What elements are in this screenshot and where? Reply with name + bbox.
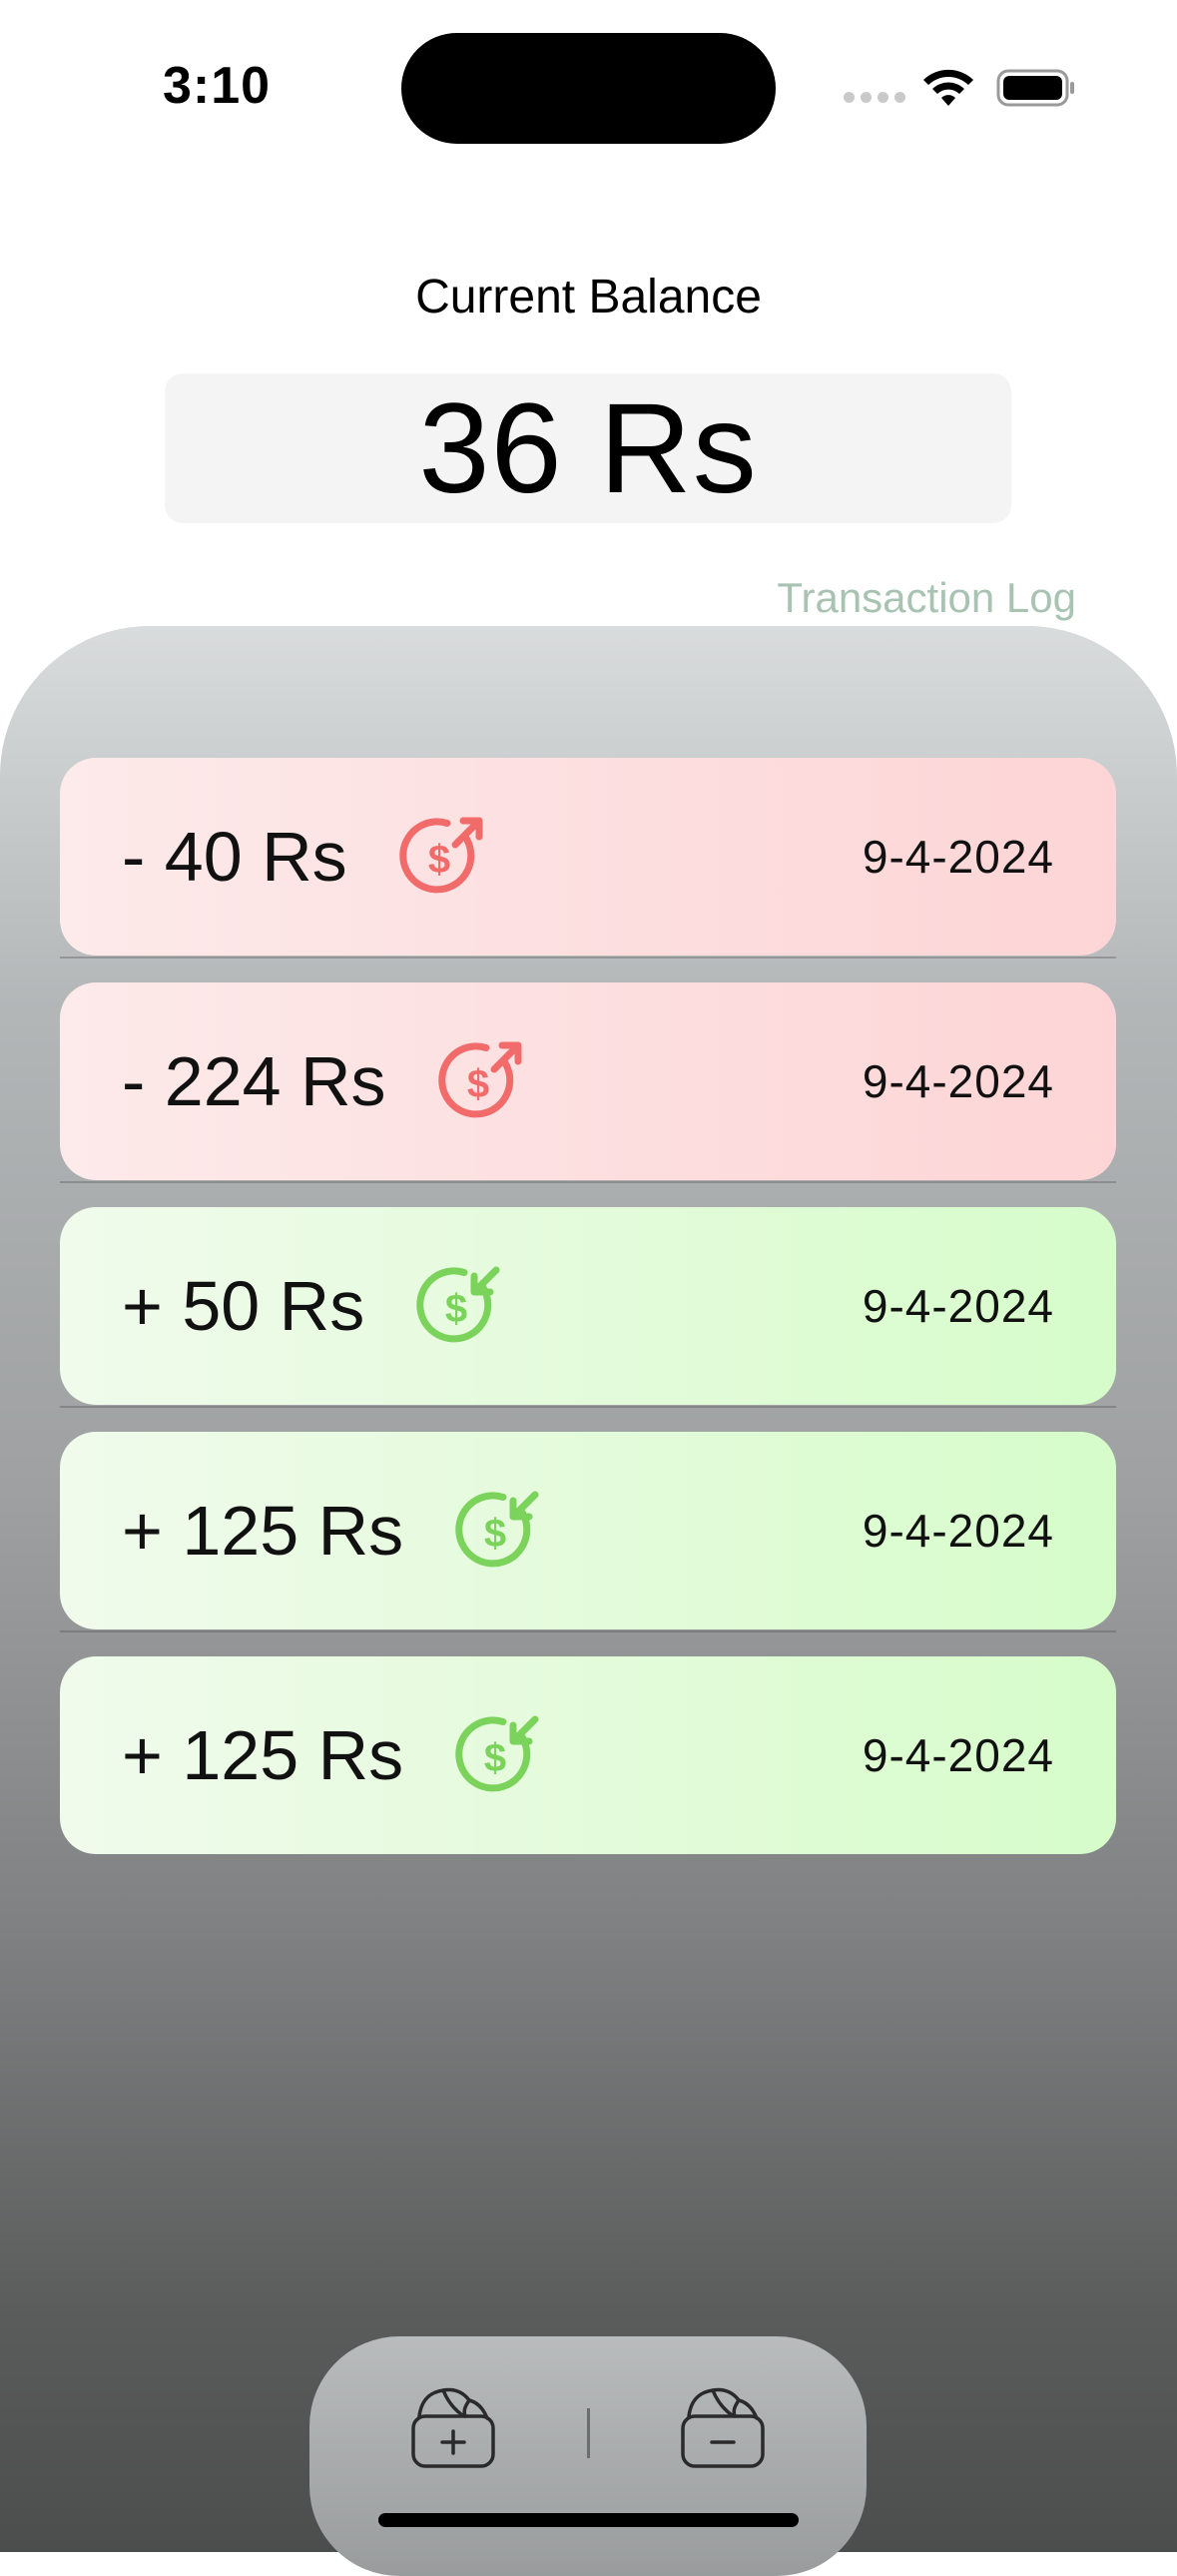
home-indicator (378, 2513, 799, 2527)
wallet-remove-icon[interactable] (673, 2374, 773, 2474)
money-in-icon: $ (455, 1715, 539, 1792)
cellular-signal-icon (844, 92, 905, 103)
bottom-action-bar (309, 2336, 867, 2576)
transaction-row[interactable]: + 50 Rs $ 9-4-2024 (60, 1207, 1116, 1405)
transaction-date: 9-4-2024 (862, 1055, 1054, 1107)
wallet-add-icon[interactable] (403, 2374, 503, 2474)
wifi-icon (923, 69, 973, 106)
transaction-log-link[interactable]: Transaction Log (777, 574, 1076, 622)
transaction-row[interactable]: + 125 Rs $ 9-4-2024 (60, 1432, 1116, 1629)
transaction-date: 9-4-2024 (862, 1729, 1054, 1781)
svg-text:$: $ (445, 1287, 467, 1331)
dock-divider (587, 2408, 590, 2458)
row-divider (60, 957, 1116, 959)
transaction-row[interactable]: - 40 Rs $ 9-4-2024 (60, 758, 1116, 956)
svg-text:$: $ (484, 1512, 506, 1556)
transaction-date: 9-4-2024 (862, 1280, 1054, 1332)
transaction-amount: + 50 Rs (122, 1267, 365, 1345)
transaction-amount: + 125 Rs (122, 1716, 404, 1794)
transaction-amount: - 224 Rs (122, 1042, 386, 1120)
svg-text:$: $ (466, 1062, 488, 1106)
row-divider (60, 1181, 1116, 1183)
dynamic-island (401, 33, 776, 144)
svg-text:$: $ (484, 1736, 506, 1780)
row-divider (60, 1406, 1116, 1408)
balance-value: 36 Rs (418, 376, 758, 520)
transaction-row[interactable]: + 125 Rs $ 9-4-2024 (60, 1656, 1116, 1854)
transaction-amount: + 125 Rs (122, 1492, 404, 1570)
row-divider (60, 1630, 1116, 1632)
money-in-icon: $ (455, 1491, 539, 1568)
transaction-date: 9-4-2024 (862, 1505, 1054, 1557)
balance-card: 36 Rs (165, 373, 1011, 523)
money-in-icon: $ (416, 1266, 500, 1343)
battery-icon (996, 69, 1074, 107)
status-time: 3:10 (163, 57, 272, 115)
status-bar: 3:10 (0, 0, 1177, 150)
balance-label: Current Balance (415, 271, 762, 323)
transaction-date: 9-4-2024 (862, 831, 1054, 883)
money-out-icon: $ (437, 1041, 522, 1118)
transaction-row[interactable]: - 224 Rs $ 9-4-2024 (60, 982, 1116, 1180)
money-out-icon: $ (398, 817, 483, 894)
svg-text:$: $ (428, 838, 450, 882)
transaction-amount: - 40 Rs (122, 818, 347, 896)
